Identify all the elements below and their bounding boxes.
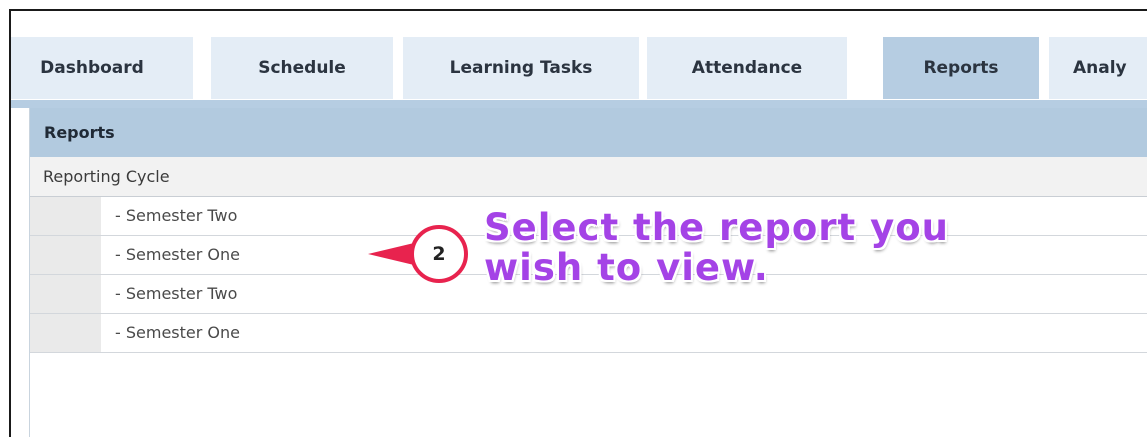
row-gutter [30, 314, 101, 352]
tab-attendance[interactable]: Attendance [647, 37, 847, 99]
tab-dashboard[interactable]: Dashboard [11, 37, 193, 99]
tab-schedule[interactable]: Schedule [211, 37, 393, 99]
row-gutter [30, 275, 101, 313]
report-label[interactable]: - Semester One [115, 236, 240, 274]
reporting-cycle-header: Reporting Cycle [30, 157, 1147, 197]
callout-instruction: Select the report you wish to view. [484, 206, 949, 289]
tab-learning-tasks[interactable]: Learning Tasks [403, 37, 639, 99]
report-label[interactable]: - Semester Two [115, 197, 237, 235]
report-label[interactable]: - Semester One [115, 314, 240, 352]
tab-analytics[interactable]: Analy [1049, 37, 1147, 99]
panel-title: Reports [30, 108, 1147, 157]
row-gutter [30, 236, 101, 274]
tab-reports[interactable]: Reports [883, 37, 1039, 99]
callout-pointer-arrow [368, 243, 414, 265]
row-gutter [30, 197, 101, 235]
tab-bar: Dashboard Schedule Learning Tasks Attend… [11, 37, 1147, 100]
tab-strip [11, 100, 1147, 108]
callout-step-badge: 2 [410, 225, 468, 283]
report-row[interactable]: - Semester One [30, 314, 1147, 353]
report-label[interactable]: - Semester Two [115, 275, 237, 313]
